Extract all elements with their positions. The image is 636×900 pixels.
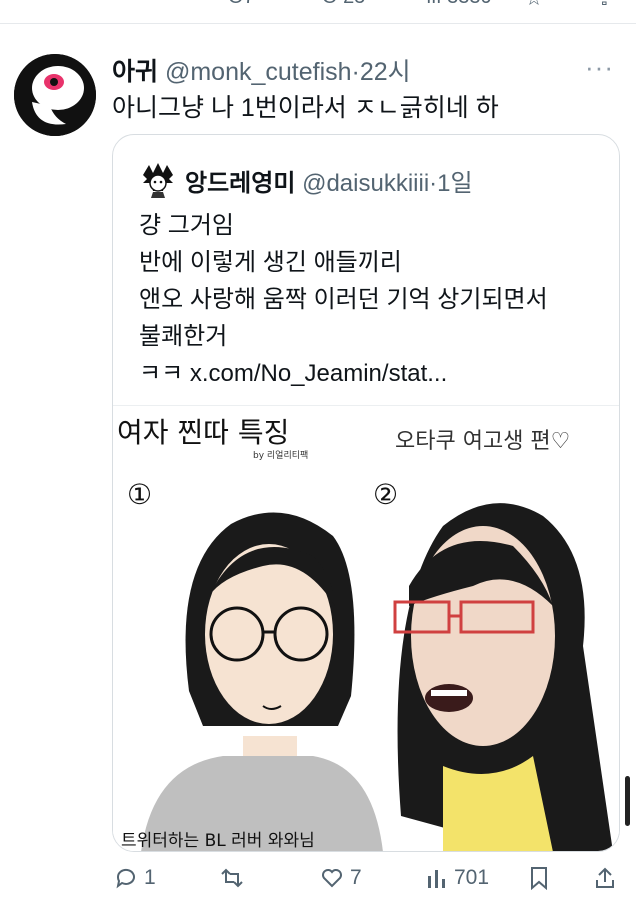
time-separator: ·	[351, 58, 360, 86]
views-button[interactable]: 701	[426, 866, 489, 890]
quote-text: 걍 그거임 반에 이렇게 생긴 애들끼리 앤오 사랑해 움짝 이러던 기억 상기…	[139, 207, 548, 392]
retweet-icon	[221, 868, 243, 888]
analytics-icon	[428, 870, 445, 888]
share-icon	[596, 867, 614, 888]
quote-author-avatar[interactable]	[141, 161, 175, 199]
bookmark-icon	[531, 867, 547, 890]
quote-line: 걍 그거임	[139, 212, 234, 239]
tweet-timestamp[interactable]: 22시	[360, 58, 411, 86]
quote-line: 반에 이렇게 생긴 애들끼리	[139, 249, 402, 276]
retweet-button[interactable]	[218, 866, 246, 890]
prev-like-count[interactable]: ʘ 25	[322, 0, 365, 9]
reply-button[interactable]: 1	[114, 866, 156, 890]
image-subtitle: 오타쿠 여고생 편♡	[395, 429, 570, 454]
image-title: 여자 찐따 특징	[117, 416, 289, 449]
like-button[interactable]: 7	[320, 866, 362, 890]
quote-author-name[interactable]: 앙드레영미	[185, 170, 295, 197]
like-count: 7	[350, 866, 362, 889]
image-byline: by 리얼리티팩	[253, 450, 308, 461]
tweet-action-bar: 1 7 701	[0, 864, 636, 900]
reply-icon	[116, 868, 135, 889]
quote-author-handle[interactable]: @daisukkiiii	[302, 170, 429, 197]
reply-count: 1	[144, 866, 156, 889]
view-count: 701	[454, 866, 490, 889]
quote-line: 불쾌한거	[139, 323, 228, 350]
prev-bookmark-icon[interactable]: ☆	[525, 0, 543, 11]
quote-line: 앤오 사랑해 움짝 이러던 기억 상기되면서	[139, 286, 548, 313]
author-handle[interactable]: @monk_cutefish	[165, 58, 352, 86]
quote-author-line: 앙드레영미 @daisukkiiii·1일	[185, 163, 473, 198]
tweet-divider	[0, 23, 636, 24]
quote-link[interactable]: ㅋㅋ x.com/No_Jeamin/stat...	[139, 355, 548, 392]
author-avatar[interactable]	[14, 54, 96, 136]
previous-tweet-actions: ʘ7 ʘ 25 ılı 3330 ☆ ⇪	[0, 0, 636, 14]
heart-icon	[322, 869, 342, 888]
prev-share-icon[interactable]: ⇪	[596, 0, 613, 11]
quote-timestamp[interactable]: 1일	[437, 170, 472, 197]
more-options-icon[interactable]: ···	[585, 52, 614, 83]
quote-time-separator: ·	[429, 170, 438, 197]
image-caption: 트위터하는 BL 러버 와와님	[121, 831, 315, 851]
image-number-one: ①	[127, 479, 152, 510]
image-number-two: ②	[373, 479, 398, 510]
author-name[interactable]: 아귀	[112, 58, 158, 86]
share-button[interactable]	[594, 866, 616, 890]
quoted-tweet-card[interactable]: 앙드레영미 @daisukkiiii·1일 걍 그거임 반에 이렇게 생긴 애들…	[112, 134, 620, 852]
tweet-author-line: 아귀 @monk_cutefish·22시	[112, 52, 411, 88]
prev-reply-count[interactable]: ʘ7	[228, 0, 255, 9]
bookmark-button[interactable]	[528, 866, 550, 890]
scrollbar-thumb[interactable]	[625, 776, 630, 826]
tweet-text: 아니그냥 나 1번이라서 ㅈㄴ긁히네 하	[112, 94, 499, 122]
quote-media-image[interactable]: 여자 찐따 특징 by 리얼리티팩 오타쿠 여고생 편♡ ① ② 트위터하는 B…	[113, 405, 619, 851]
prev-view-count[interactable]: ılı 3330	[426, 0, 492, 9]
